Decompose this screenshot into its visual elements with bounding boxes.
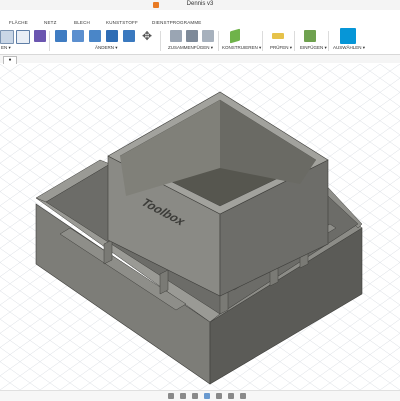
canvas-viewport[interactable]: Toolbox (0, 64, 400, 390)
ribbon-tabs: FLÄCHE NETZ BLECH KUNSTSTOFF DIENSTPROGR… (0, 19, 400, 28)
group-label-zusammenfuegen[interactable]: ZUSAMMENFÜGEN ▾ (168, 45, 213, 51)
separator (294, 31, 295, 51)
scale-button[interactable] (123, 30, 135, 42)
group-label-pruefen[interactable]: PRÜFEN ▾ (270, 45, 292, 51)
tab-kunststoff[interactable]: KUNSTSTOFF (106, 20, 138, 25)
move-icon[interactable]: ✥ (141, 30, 153, 42)
group-label-aendern[interactable]: ÄNDERN ▾ (95, 45, 118, 51)
select-button[interactable] (340, 28, 356, 44)
grid-line (359, 361, 400, 390)
zoom-icon[interactable] (192, 393, 198, 399)
separator (262, 31, 263, 51)
measure-button[interactable] (272, 33, 284, 39)
separator (218, 31, 219, 51)
sketch-tool-button[interactable] (16, 30, 30, 44)
grid-line (0, 64, 41, 93)
browser-strip (0, 55, 400, 63)
tab-dienstprogramme[interactable]: DIENSTPROGRAMME (152, 20, 202, 25)
separator (49, 31, 50, 51)
model-view[interactable]: Toolbox (0, 64, 400, 390)
separator (328, 31, 329, 51)
navigation-bar (0, 390, 400, 401)
grid-line (0, 361, 41, 390)
shell-button[interactable] (89, 30, 101, 42)
tab-flaeche[interactable]: FLÄCHE (9, 20, 28, 25)
grid-settings-icon[interactable] (228, 393, 234, 399)
toolbar: EN ▾ ✥ ÄNDERN ▾ ZUSAMMENFÜGEN ▾ KONSTRUI… (0, 28, 400, 55)
form-button[interactable] (34, 30, 46, 42)
rigid-group-button[interactable] (202, 30, 214, 42)
group-label-einfuegen[interactable]: EINFÜGEN ▾ (300, 45, 327, 51)
title-bar: Dennis v3 (0, 0, 400, 10)
viewports-icon[interactable] (240, 393, 246, 399)
fit-icon[interactable] (204, 393, 210, 399)
fillet-button[interactable] (72, 30, 84, 42)
group-label-erstellen[interactable]: EN ▾ (1, 45, 11, 51)
separator (160, 31, 161, 51)
joint-origin-button[interactable] (186, 30, 198, 42)
window-title: Dennis v3 (186, 1, 214, 7)
joint-button[interactable] (170, 30, 182, 42)
group-label-konstruieren[interactable]: KONSTRUIEREN ▾ (222, 45, 261, 51)
pan-icon[interactable] (180, 393, 186, 399)
group-label-auswaehlen[interactable]: AUSWÄHLEN ▾ (333, 45, 365, 51)
display-settings-icon[interactable] (216, 393, 222, 399)
tab-blech[interactable]: BLECH (74, 20, 90, 25)
offset-plane-button[interactable] (230, 28, 240, 44)
orbit-icon[interactable] (168, 393, 174, 399)
press-pull-button[interactable] (55, 30, 67, 42)
combine-button[interactable] (106, 30, 118, 42)
sketch-button[interactable] (0, 30, 14, 44)
insert-image-button[interactable] (304, 30, 316, 42)
tab-netz[interactable]: NETZ (44, 20, 57, 25)
grid-line (359, 64, 400, 93)
